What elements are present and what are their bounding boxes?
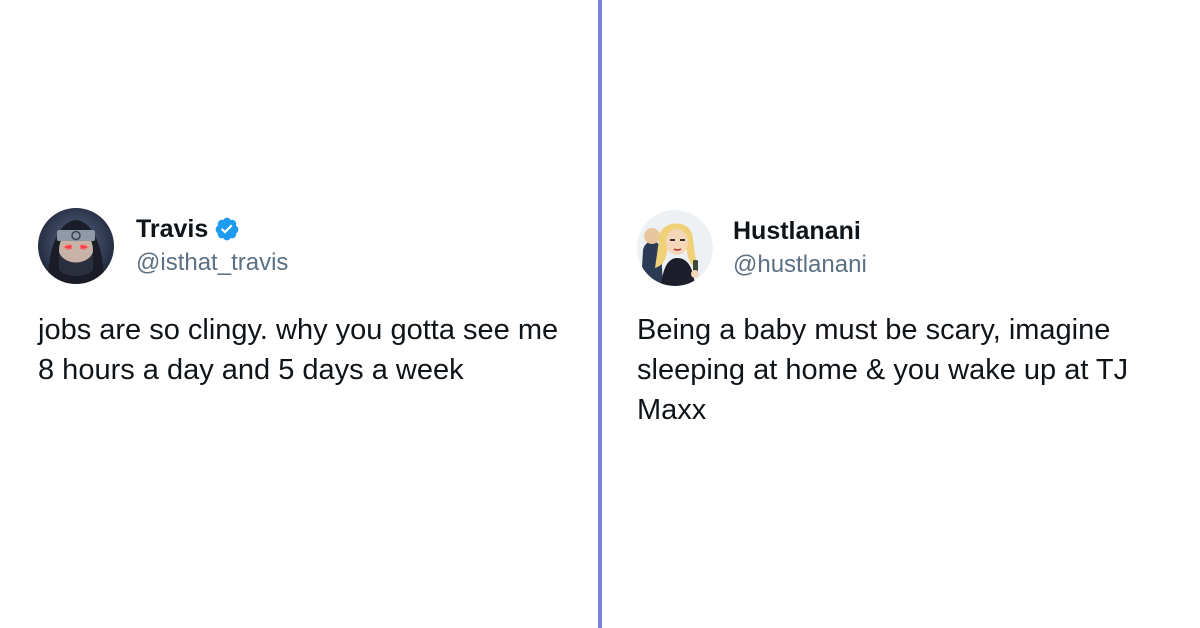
tweet-header: Travis @isthat_travis <box>38 208 578 284</box>
tweet-text: jobs are so clingy. why you gotta see me… <box>38 314 559 386</box>
name-row: Travis <box>136 214 288 244</box>
tweet-comparison-image: Travis @isthat_travis jobs are so clingy… <box>0 0 1200 628</box>
ninja-avatar-icon <box>38 208 114 284</box>
display-name[interactable]: Hustlanani <box>733 216 861 246</box>
display-name[interactable]: Travis <box>136 214 208 244</box>
name-block: Travis @isthat_travis <box>136 214 288 278</box>
divider-line <box>598 0 602 628</box>
tweet-text: Being a baby must be scary, imagine slee… <box>637 314 1129 426</box>
name-row: Hustlanani <box>733 216 867 246</box>
handle[interactable]: @isthat_travis <box>136 248 288 278</box>
cartoon-avatar-icon <box>637 210 713 286</box>
verified-badge-icon <box>214 216 240 242</box>
tweet-card-travis: Travis @isthat_travis jobs are so clingy… <box>38 208 578 390</box>
tweet-header: Hustlanani @hustlanani <box>637 210 1182 286</box>
name-block: Hustlanani @hustlanani <box>733 216 867 280</box>
avatar-travis[interactable] <box>38 208 114 284</box>
tweet-card-hustlanani: Hustlanani @hustlanani Being a baby must… <box>637 210 1182 430</box>
handle[interactable]: @hustlanani <box>733 250 867 280</box>
avatar-hustlanani[interactable] <box>637 210 713 286</box>
